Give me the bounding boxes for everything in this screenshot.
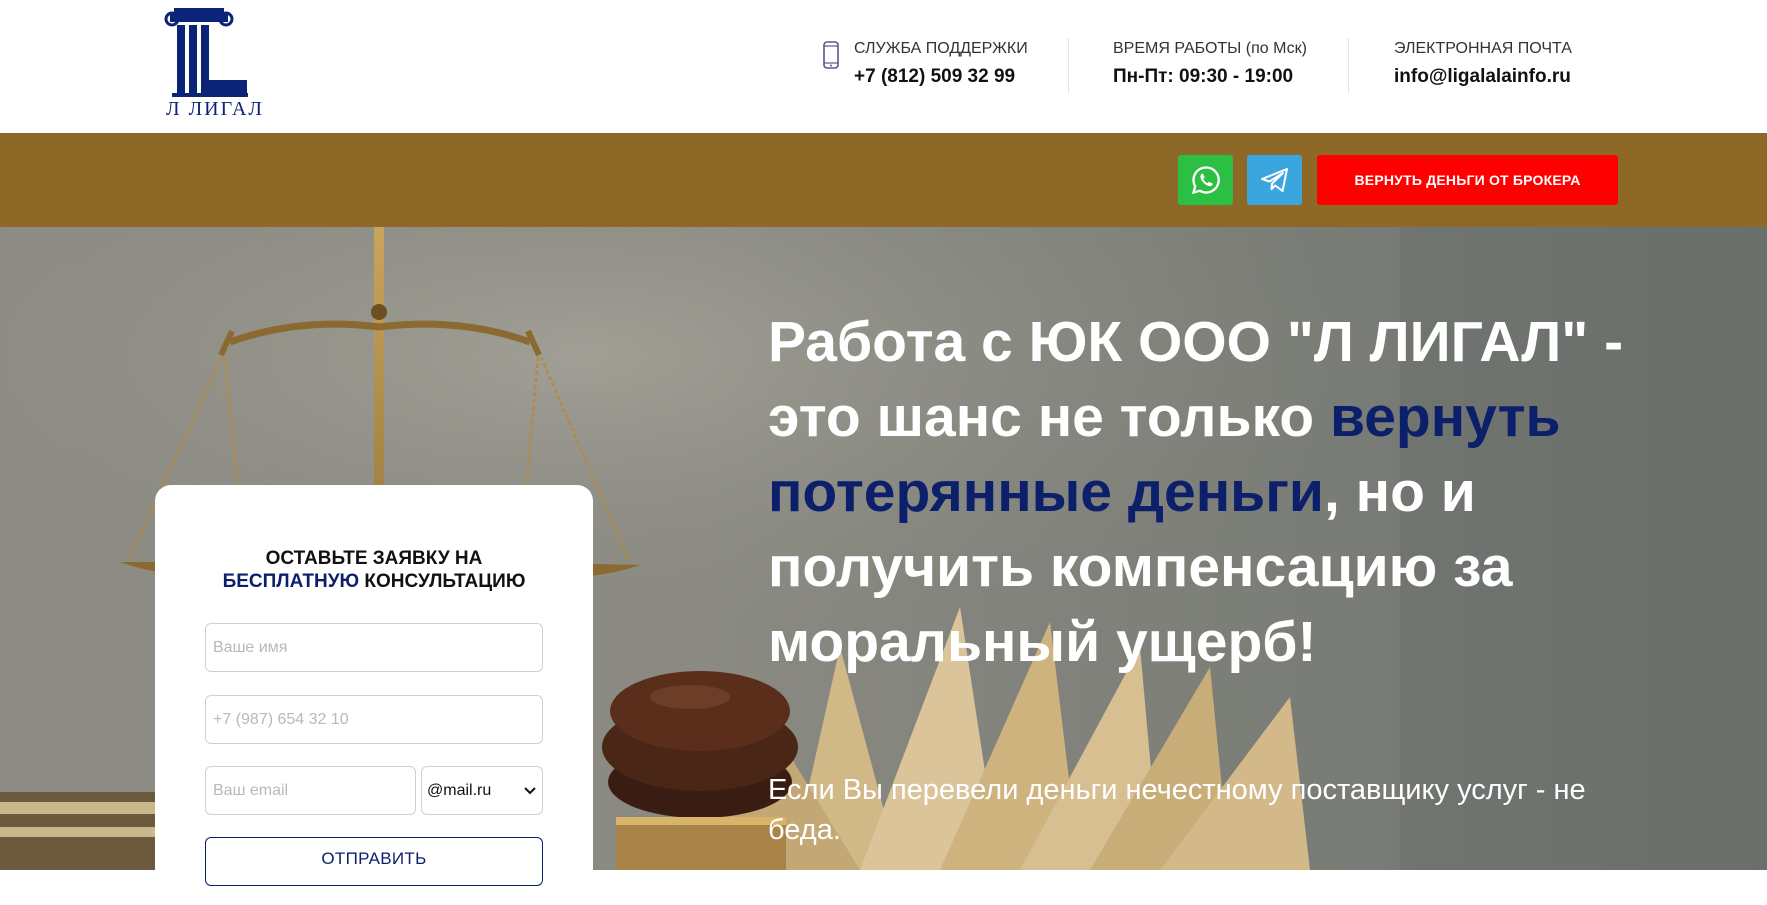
- email-domain-select[interactable]: @mail.ru: [421, 766, 543, 815]
- name-input[interactable]: [205, 623, 543, 672]
- phone-input[interactable]: [205, 695, 543, 744]
- whatsapp-icon: [1191, 166, 1220, 195]
- divider: [1348, 38, 1349, 93]
- telegram-icon: [1260, 168, 1288, 192]
- telegram-button[interactable]: [1247, 155, 1302, 205]
- consultation-form: ОСТАВЬТЕ ЗАЯВКУ НА БЕСПЛАТНУЮ КОНСУЛЬТАЦ…: [155, 485, 593, 905]
- submit-button[interactable]: ОТПРАВИТЬ: [205, 837, 543, 886]
- form-title-accent: БЕСПЛАТНУЮ: [222, 571, 360, 592]
- hours-label: ВРЕМЯ РАБОТЫ (по Мск): [1113, 40, 1307, 57]
- logo-text: Л ЛИГАЛ: [166, 98, 264, 120]
- support-label: СЛУЖБА ПОДДЕРЖКИ: [854, 40, 1028, 57]
- hours-value: Пн-Пт: 09:30 - 19:00: [1113, 66, 1294, 87]
- hero-title: Работа с ЮК ООО "Л ЛИГАЛ" - это шанс не …: [768, 305, 1648, 680]
- whatsapp-button[interactable]: [1178, 155, 1233, 205]
- contact-email: ЭЛЕКТРОННАЯ ПОЧТА info@ligalalainfo.ru: [1394, 40, 1572, 88]
- email-label: ЭЛЕКТРОННАЯ ПОЧТА: [1394, 40, 1572, 57]
- site-header: Л ЛИГАЛ СЛУЖБА ПОДДЕРЖКИ +7 (812) 509 32…: [0, 0, 1767, 133]
- column-logo-icon: [164, 8, 248, 97]
- form-title-line2: БЕСПЛАТНУЮ КОНСУЛЬТАЦИЮ: [155, 570, 593, 593]
- chevron-down-icon: [524, 786, 536, 794]
- form-title: ОСТАВЬТЕ ЗАЯВКУ НА БЕСПЛАТНУЮ КОНСУЛЬТАЦ…: [155, 547, 593, 593]
- form-title-line1: ОСТАВЬТЕ ЗАЯВКУ НА: [265, 548, 483, 569]
- email-domain-value: @mail.ru: [427, 781, 492, 799]
- email-input[interactable]: [205, 766, 416, 815]
- contact-hours: ВРЕМЯ РАБОТЫ (по Мск) Пн-Пт: 09:30 - 19:…: [1113, 40, 1307, 88]
- hero-subtitle: Если Вы перевели деньги нечестному поста…: [768, 774, 1586, 846]
- contact-support: СЛУЖБА ПОДДЕРЖКИ +7 (812) 509 32 99: [854, 40, 1028, 88]
- logo[interactable]: Л ЛИГАЛ: [160, 6, 270, 124]
- email-link[interactable]: info@ligalalainfo.ru: [1394, 66, 1572, 88]
- return-money-button[interactable]: ВЕРНУТЬ ДЕНЬГИ ОТ БРОКЕРА: [1317, 155, 1618, 205]
- divider: [1068, 38, 1069, 93]
- support-phone[interactable]: +7 (812) 509 32 99: [854, 66, 1028, 88]
- form-title-rest: КОНСУЛЬТАЦИЮ: [359, 571, 526, 592]
- phone-icon: [823, 41, 839, 69]
